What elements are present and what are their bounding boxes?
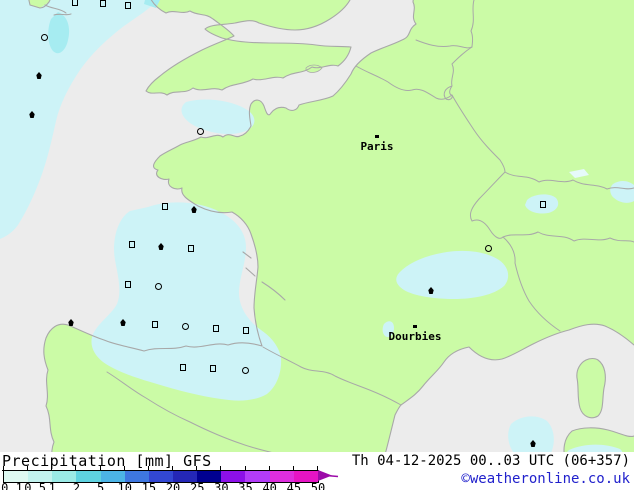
legend-tick-label: 20 — [165, 481, 181, 490]
legend-tickmark — [27, 466, 29, 470]
forecast-datetime: Th 04-12-2025 00..03 UTC (06+357) — [351, 453, 630, 469]
legend-tick-label: 2 — [72, 481, 81, 490]
legend-tickmark — [3, 466, 4, 470]
legend-tickmark — [51, 466, 53, 470]
legend-tick-label: 40 — [262, 481, 277, 490]
legend-tickmark — [292, 466, 294, 470]
map: Paris Dourbies — [0, 0, 634, 452]
legend-tickmark — [268, 466, 270, 470]
legend-overflow-arrow — [318, 470, 339, 481]
map-svg — [0, 0, 634, 452]
legend-tick-label: 35 — [238, 481, 253, 490]
legend-tickmark — [75, 466, 77, 470]
legend-tickmark — [220, 466, 222, 470]
legend-tick-label: 1 — [48, 481, 56, 490]
legend-tick-label: 10 — [117, 481, 132, 490]
copyright-link[interactable]: ©weatheronline.co.uk — [461, 471, 630, 487]
land-corsica — [576, 358, 606, 418]
legend-tickmark — [123, 466, 125, 470]
legend-tickmark — [244, 466, 246, 470]
legend-tickmark — [172, 466, 174, 470]
legend-tick-label: 45 — [286, 481, 302, 490]
legend-tick-label: 15 — [141, 481, 157, 490]
legend-tickmark — [147, 466, 149, 470]
legend-tick-label: 0.5 — [24, 481, 46, 490]
legend-tickmark — [196, 466, 198, 470]
legend-tickmark — [99, 466, 101, 470]
legend-tick-label: 25 — [189, 481, 205, 490]
legend-bar-area: Precipitation [mm] GFS 0.1 0.5 1 2 5 10 15 20 25… — [0, 452, 634, 490]
legend-tick-label: 30 — [214, 481, 229, 490]
legend-tick-label: 5 — [96, 481, 105, 490]
legend-tick-label: 0.1 — [1, 481, 23, 490]
weather-map-page: Paris Dourbies Precipitation [mm] GFS 0.1… — [0, 0, 634, 490]
